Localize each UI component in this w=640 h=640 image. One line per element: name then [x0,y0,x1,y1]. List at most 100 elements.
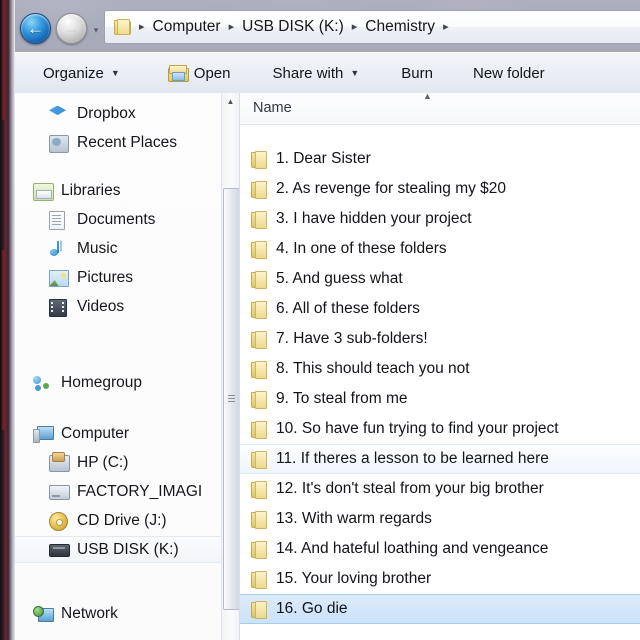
sidebar-item-label: Libraries [61,183,120,199]
navigation-bar: ← → ▾ ▸ Computer ▸ USB DISK (K:) ▸ Chemi… [14,4,640,52]
file-list-row[interactable]: 4. In one of these folders [240,234,640,264]
breadcrumb-separator-icon[interactable]: ▸ [224,22,240,33]
breadcrumb-computer[interactable]: Computer [150,19,224,35]
sidebar-item-recent-places[interactable]: Recent Places [15,129,239,156]
address-bar[interactable]: ▸ Computer ▸ USB DISK (K:) ▸ Chemistry ▸ [104,10,640,44]
command-toolbar: Organize ▼ Open Share with ▼ Burn New fo… [15,52,640,94]
file-list-row[interactable]: 2. As revenge for stealing my $20 [240,174,640,204]
folder-icon [251,391,268,407]
file-list-row[interactable]: 16. Go die [240,594,640,624]
column-header-row: ▲ Name [240,93,640,125]
chevron-down-icon: ▼ [111,68,120,78]
sidebar-item-network[interactable]: Network [15,600,239,627]
sidebar-item-label: Recent Places [77,135,177,151]
file-name-label: 15. Your loving brother [276,571,431,587]
organize-button[interactable]: Organize ▼ [33,59,130,87]
share-with-button[interactable]: Share with ▼ [263,59,370,87]
scroll-up-button[interactable]: ▲ [222,93,239,110]
file-list-row[interactable]: 15. Your loving brother [240,564,640,594]
sidebar-item-documents[interactable]: Documents [15,206,239,233]
breadcrumb-separator-icon[interactable]: ▸ [438,22,454,33]
open-button[interactable]: Open [158,59,241,87]
computer-icon [33,425,53,443]
column-header-name[interactable]: Name [253,100,292,116]
recent-places-icon [49,134,69,152]
sidebar-item-label: CD Drive (J:) [77,513,167,529]
back-arrow-icon: ← [21,14,50,43]
navigation-sidebar: Dropbox Recent Places Libraries Documents Mu… [15,93,240,640]
file-name-label: 12. It's don't steal from your big broth… [276,481,544,497]
folder-icon [251,601,268,617]
sidebar-scrollbar-thumb[interactable] [223,188,240,610]
sidebar-item-label: HP (C:) [77,455,128,471]
sidebar-item-label: Documents [77,212,155,228]
sidebar-scrollbar[interactable]: ▲ [221,93,239,640]
file-name-label: 1. Dear Sister [276,151,371,167]
sidebar-item-dropbox[interactable]: Dropbox [15,100,239,127]
sort-ascending-icon[interactable]: ▲ [423,93,432,101]
folder-icon [251,301,268,317]
sidebar-item-factory-imagi[interactable]: FACTORY_IMAGI [15,478,239,505]
sidebar-item-label: Computer [61,426,129,442]
file-name-label: 5. And guess what [276,271,403,287]
pictures-icon [49,269,69,287]
file-name-label: 2. As revenge for stealing my $20 [276,181,506,197]
folder-icon [251,181,268,197]
new-folder-button[interactable]: New folder [463,59,555,87]
sidebar-item-music[interactable]: Music [15,235,239,262]
folder-icon [251,271,268,287]
chevron-down-icon: ▼ [350,68,359,78]
forward-button[interactable]: → [56,13,87,44]
documents-icon [49,211,69,229]
file-name-label: 10. So have fun trying to find your proj… [276,421,559,437]
sidebar-item-pictures[interactable]: Pictures [15,264,239,291]
explorer-content: Dropbox Recent Places Libraries Documents Mu… [15,93,640,640]
file-list-row[interactable]: 6. All of these folders [240,294,640,324]
file-name-label: 13. With warm regards [276,511,432,527]
file-list-row[interactable]: 11. If theres a lesson to be learned her… [240,444,640,474]
libraries-icon [33,182,53,200]
file-list-row[interactable]: 1. Dear Sister [240,144,640,174]
file-name-label: 3. I have hidden your project [276,211,472,227]
new-folder-label: New folder [473,65,545,82]
file-list-row[interactable]: 7. Have 3 sub-folders! [240,324,640,354]
file-list-row[interactable]: 3. I have hidden your project [240,204,640,234]
sidebar-item-cd-drive-j[interactable]: CD Drive (J:) [15,507,239,534]
history-dropdown-button[interactable]: ▾ [90,25,102,35]
burn-button[interactable]: Burn [391,59,443,87]
breadcrumb-usb-disk[interactable]: USB DISK (K:) [239,19,347,35]
file-name-label: 14. And hateful loathing and vengeance [276,541,548,557]
breadcrumb-chemistry[interactable]: Chemistry [362,19,438,35]
file-list-row[interactable]: 12. It's don't steal from your big broth… [240,474,640,504]
file-list-row[interactable]: 13. With warm regards [240,504,640,534]
breadcrumb-separator-icon[interactable]: ▸ [134,22,150,33]
open-folder-icon [168,65,188,82]
folder-icon [251,331,268,347]
folder-icon [113,19,132,35]
back-button[interactable]: ← [20,13,51,44]
file-list-row[interactable]: 5. And guess what [240,264,640,294]
breadcrumb-separator-icon[interactable]: ▸ [347,22,363,33]
chevron-down-icon: ▾ [94,25,99,36]
file-list-row[interactable]: 8. This should teach you not [240,354,640,384]
drive-icon [49,483,69,501]
sidebar-item-usb-disk-k[interactable]: USB DISK (K:) [15,536,239,563]
usb-drive-icon [49,541,69,559]
file-name-label: 7. Have 3 sub-folders! [276,331,428,347]
file-list-row[interactable]: 14. And hateful loathing and vengeance [240,534,640,564]
sidebar-item-videos[interactable]: Videos [15,293,239,320]
sidebar-item-libraries[interactable]: Libraries [15,177,239,204]
sidebar-item-computer[interactable]: Computer [15,420,239,447]
burn-label: Burn [401,65,433,82]
folder-icon [251,241,268,257]
file-list-row[interactable]: 10. So have fun trying to find your proj… [240,414,640,444]
forward-arrow-icon: → [57,14,86,43]
sidebar-item-homegroup[interactable]: Homegroup [15,369,239,396]
file-name-label: 4. In one of these folders [276,241,447,257]
desktop-left-edge [0,0,15,640]
sidebar-item-label: Music [77,241,117,257]
sidebar-item-hp-c[interactable]: HP (C:) [15,449,239,476]
sidebar-item-label: Network [61,606,118,622]
file-list-row[interactable]: 9. To steal from me [240,384,640,414]
share-with-label: Share with [273,65,344,82]
